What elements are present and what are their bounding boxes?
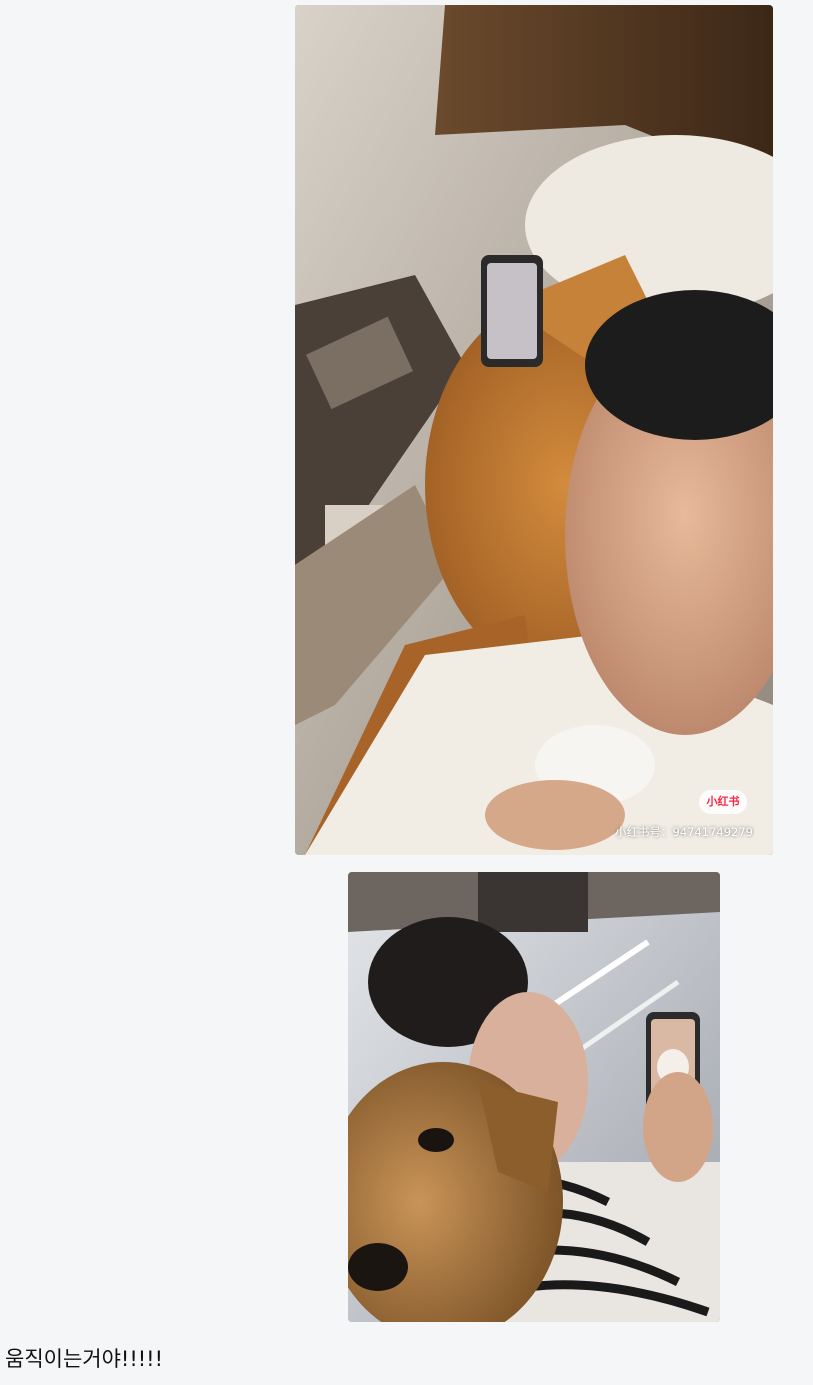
xiaohongshu-id-watermark: 小红书号：94741749279 — [615, 825, 753, 839]
xiaohongshu-badge: 小红书 — [699, 790, 747, 814]
photo-dog-crying-with-owner-icon — [348, 872, 720, 1322]
post-caption: 움직이는거야!!!!! — [5, 1347, 164, 1371]
post-image-2[interactable] — [348, 872, 720, 1322]
post-content: 小红书 小红书号：94741749279 움직이는거야!!!!! — [0, 0, 813, 1385]
post-image-1[interactable] — [295, 5, 773, 855]
photo-man-crying-with-golden-retriever-icon — [295, 5, 773, 855]
